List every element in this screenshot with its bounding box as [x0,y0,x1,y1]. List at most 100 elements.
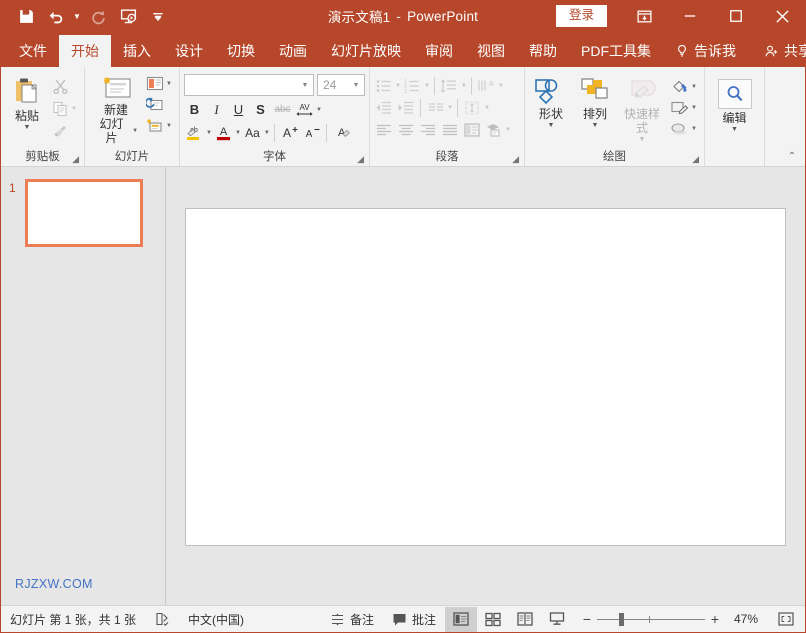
columns-icon [428,103,443,111]
normal-view-button[interactable] [445,606,477,632]
zoom-slider-thumb[interactable] [619,612,624,626]
reading-view-button[interactable] [509,607,541,632]
font-size-combobox[interactable]: 24 ▼ [317,74,365,96]
tab-view[interactable]: 视图 [465,35,517,67]
workspace: 1 RJZXW.COM [1,167,805,605]
align-text-button [462,98,483,118]
increase-font-size-button[interactable]: A [279,122,300,143]
accessibility-checker-button[interactable] [145,606,179,633]
zoom-in-button[interactable]: + [705,607,725,632]
italic-button[interactable]: I [206,99,227,120]
shape-effects-button[interactable]: ▼ [667,119,700,139]
shapes-dropdown-chevron-icon[interactable]: ▼ [548,122,555,130]
app-name: PowerPoint [407,8,479,24]
tab-tell-me[interactable]: 告诉我 [663,35,748,67]
signin-button[interactable]: 登录 [555,5,607,27]
drawing-dialog-launcher[interactable]: ◢ [688,154,699,165]
notes-button[interactable]: 备注 [321,606,383,633]
notes-label: 备注 [349,612,374,627]
font-name-combobox[interactable]: ▼ [184,74,314,96]
close-icon[interactable] [759,1,805,31]
tab-help[interactable]: 帮助 [517,35,569,67]
editing-find-button[interactable]: 编辑 ▼ [713,76,757,134]
strikethrough-button: abc [274,104,291,115]
thumbnail-item[interactable]: 1 [1,167,165,247]
numbering-chevron-icon: ▼ [423,83,430,89]
change-case-chevron-icon[interactable]: ▼ [264,130,270,136]
tab-animations[interactable]: 动画 [267,35,319,67]
zoom-level-label[interactable]: 47% [725,612,767,626]
paragraph-dialog-launcher[interactable]: ◢ [508,154,519,165]
slide-edit-pane[interactable] [166,167,805,605]
shape-outline-chevron-icon[interactable]: ▼ [691,105,697,111]
fit-to-window-button[interactable] [771,607,801,632]
comments-button[interactable]: 批注 [383,606,445,633]
shape-effects-chevron-icon[interactable]: ▼ [691,126,697,132]
clear-formatting-button[interactable]: A [331,122,352,143]
language-status[interactable]: 中文(中国) [179,606,253,633]
paste-label: 粘贴 [14,109,39,123]
tab-home[interactable]: 开始 [59,35,111,67]
numbered-list-icon: 123 [404,79,419,94]
layout-button[interactable]: ▼ [143,74,175,94]
save-icon[interactable] [11,3,41,29]
clipboard-dialog-launcher[interactable]: ◢ [68,154,79,165]
decrease-font-size-button[interactable]: A [301,122,322,143]
slide-canvas[interactable] [185,208,786,546]
font-color-button[interactable]: A [213,122,234,143]
collapse-ribbon-chevron-up-icon[interactable]: ⌃ [783,148,801,164]
tab-pdf-tools[interactable]: PDF工具集 [569,35,663,67]
undo-icon[interactable] [41,3,71,29]
font-name-chevron-down-icon[interactable]: ▼ [297,75,313,95]
text-highlight-color-button[interactable]: ab [184,122,205,143]
layout-dropdown-chevron-icon[interactable]: ▼ [166,81,172,87]
shape-fill-chevron-icon[interactable]: ▼ [691,84,697,90]
new-slide-button[interactable]: 新建 幻灯片 ▼ [89,72,143,145]
tab-share[interactable]: 共享 [752,35,806,67]
bold-button[interactable]: B [184,99,205,120]
tab-transitions[interactable]: 切换 [215,35,267,67]
zoom-slider[interactable] [597,607,705,632]
zoom-out-button[interactable]: − [577,607,597,632]
font-divider-2 [325,123,327,142]
shape-outline-button[interactable]: ▼ [667,98,700,118]
minimize-icon[interactable] [667,1,713,31]
thumbnail-slide-1[interactable] [25,179,143,247]
tab-design[interactable]: 设计 [163,35,215,67]
arrange-button[interactable]: 排列 ▼ [573,74,617,130]
font-dialog-launcher[interactable]: ◢ [353,154,364,165]
undo-dropdown-chevron-icon[interactable]: ▼ [71,3,83,29]
paste-button[interactable]: 粘贴 ▼ [5,72,49,132]
section-dropdown-chevron-icon[interactable]: ▼ [166,123,172,129]
font-divider-1 [273,123,275,142]
change-case-button[interactable]: Aa [242,122,263,143]
ribbon-group-paragraph: ▼ 123 ▼ ▼ A ▼ ▼ ▼ ▼ 段落 ◢ [370,67,525,166]
new-slide-dropdown-chevron-icon[interactable]: ▼ [132,128,138,134]
customize-qat-icon[interactable] [143,3,173,29]
editing-dropdown-chevron-icon[interactable]: ▼ [731,126,738,134]
slideshow-view-button[interactable] [541,607,573,632]
font-color-chevron-icon[interactable]: ▼ [235,130,241,136]
tab-slideshow[interactable]: 幻灯片放映 [319,35,413,67]
tab-file[interactable]: 文件 [7,35,59,67]
character-spacing-chevron-icon[interactable]: ▼ [316,107,322,113]
font-size-chevron-down-icon[interactable]: ▼ [348,75,364,95]
ribbon-display-options-icon[interactable] [621,1,667,31]
text-shadow-button[interactable]: S [250,99,271,120]
shapes-button[interactable]: 形状 ▼ [529,74,573,130]
maximize-icon[interactable] [713,1,759,31]
tab-review[interactable]: 审阅 [413,35,465,67]
slide-sorter-view-button[interactable] [477,607,509,632]
layout-icon [146,76,164,91]
arrange-dropdown-chevron-icon[interactable]: ▼ [592,122,599,130]
tab-insert[interactable]: 插入 [111,35,163,67]
character-spacing-button[interactable]: AV [294,99,315,120]
shape-effects-icon [671,123,687,135]
text-highlight-chevron-icon[interactable]: ▼ [206,130,212,136]
reset-button[interactable] [143,95,175,115]
paste-dropdown-chevron-icon[interactable]: ▼ [24,124,31,132]
shape-fill-button[interactable]: ▼ [667,77,700,97]
section-button[interactable]: ▼ [143,116,175,136]
underline-button[interactable]: U [228,99,249,120]
slideshow-icon[interactable] [113,3,143,29]
